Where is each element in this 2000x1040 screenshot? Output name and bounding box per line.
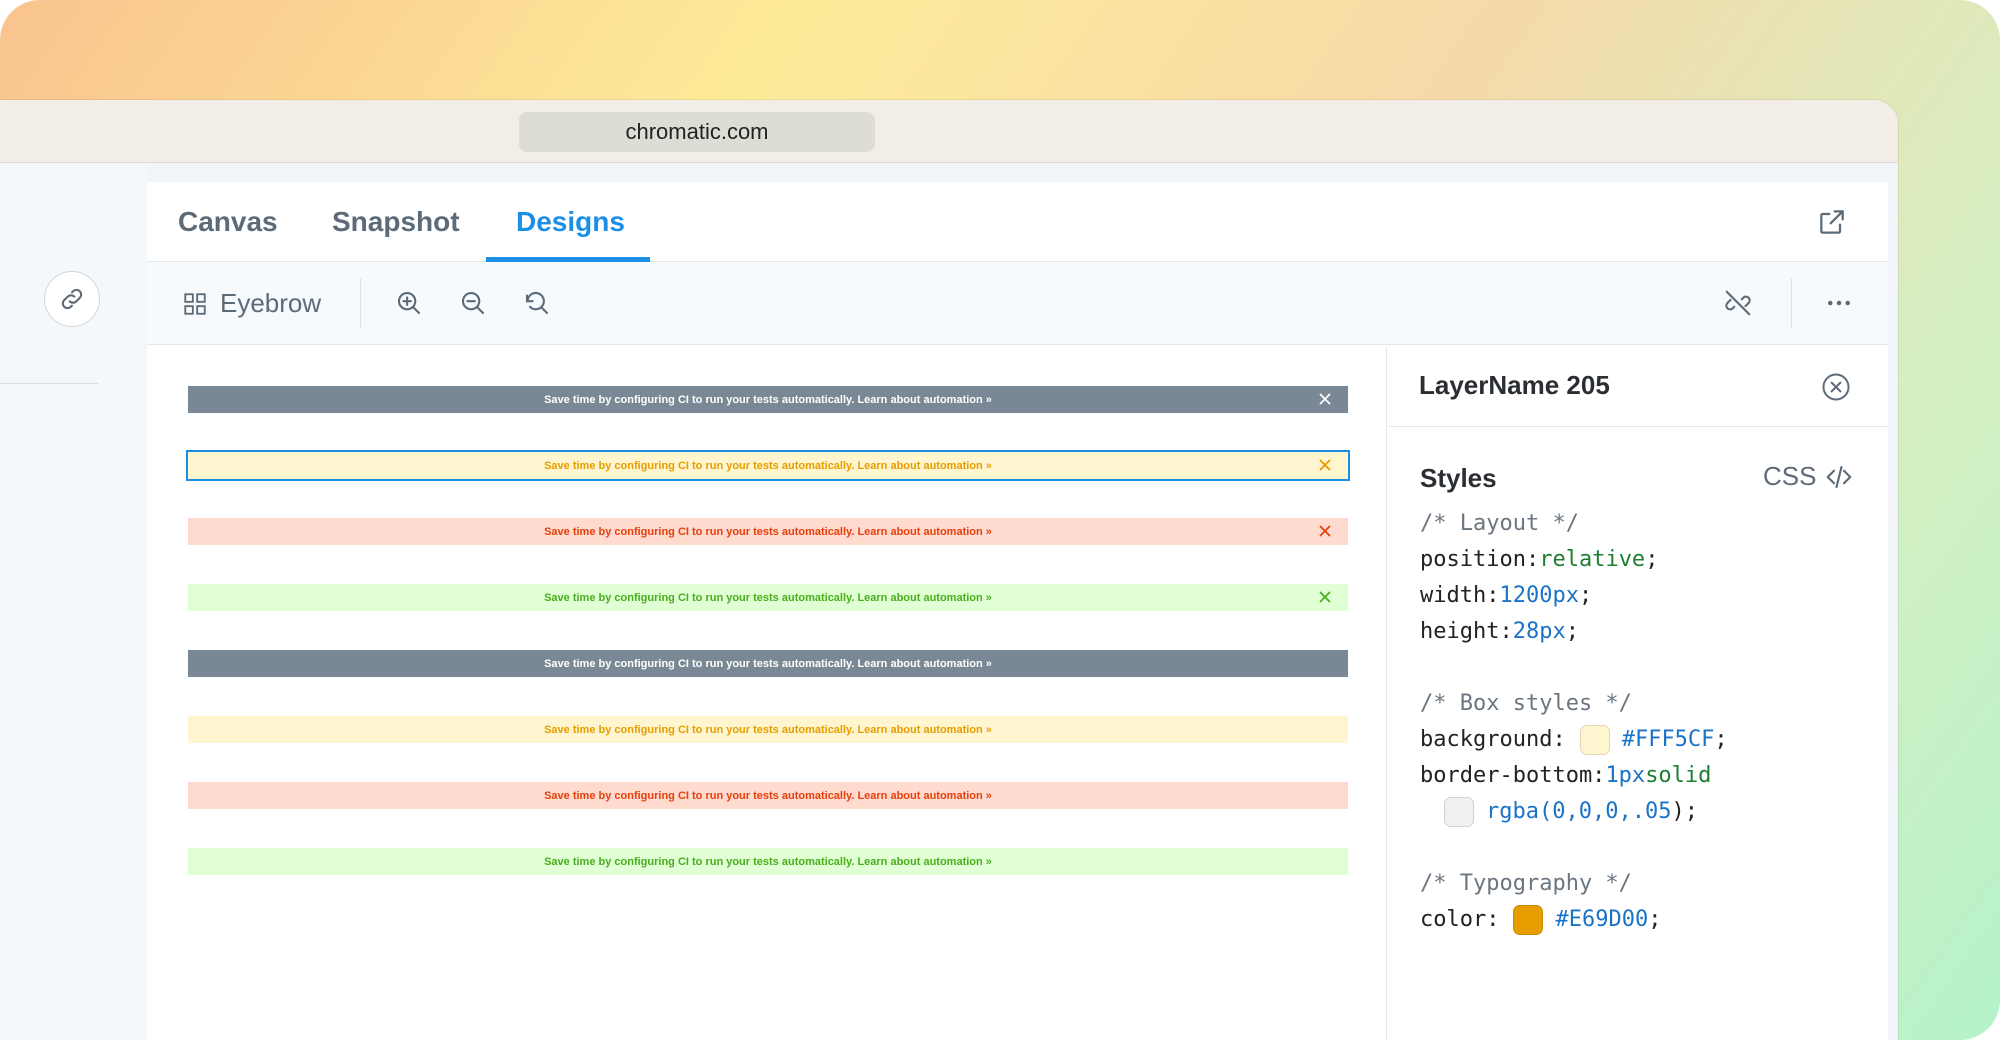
close-icon[interactable] xyxy=(1316,522,1334,540)
styles-heading: Styles xyxy=(1420,463,1497,493)
left-rail xyxy=(0,164,147,1040)
code-prop: background: xyxy=(1420,727,1566,752)
color-swatch[interactable] xyxy=(1444,797,1474,827)
url-field[interactable]: chromatic.com xyxy=(519,112,875,152)
color-swatch[interactable] xyxy=(1513,905,1544,935)
code-prop: color: xyxy=(1420,907,1500,932)
banner-warning-no-close[interactable]: Save time by configuring CI to run your … xyxy=(188,716,1348,743)
zoom-reset-button[interactable] xyxy=(522,288,552,318)
tab-snapshot[interactable]: Snapshot xyxy=(332,182,460,262)
css-view-toggle[interactable]: CSS xyxy=(1763,461,1854,492)
code-semicolon: ; xyxy=(1714,727,1728,752)
banner-text: Save time by configuring CI to run your … xyxy=(544,657,992,670)
layer-name: LayerName 205 xyxy=(1419,370,1610,400)
tab-bar: Canvas Snapshot Designs xyxy=(147,182,1888,262)
inspector-header: LayerName 205 xyxy=(1388,346,1888,427)
code-value: 28px xyxy=(1512,619,1566,644)
code-semicolon: ; xyxy=(1645,547,1659,572)
code-value: 0,0,0,.05 xyxy=(1552,799,1672,824)
code-prop: border-bottom: xyxy=(1420,763,1606,788)
code-prop: height: xyxy=(1420,619,1513,644)
link-icon[interactable] xyxy=(44,271,100,327)
more-options-button[interactable] xyxy=(1824,288,1854,318)
component-selector[interactable]: Eyebrow xyxy=(182,288,321,319)
browser-address-bar: chromatic.com xyxy=(0,100,1898,163)
code-comment: /* Layout */ xyxy=(1420,511,1579,536)
zoom-out-button[interactable] xyxy=(458,288,488,318)
tab-canvas[interactable]: Canvas xyxy=(178,182,278,262)
code-prop: width: xyxy=(1420,583,1500,608)
banner-error-no-close[interactable]: Save time by configuring CI to run your … xyxy=(188,782,1348,809)
color-swatch[interactable] xyxy=(1579,725,1610,755)
close-icon[interactable] xyxy=(1316,456,1334,474)
banner-text: Save time by configuring CI to run your … xyxy=(544,855,992,868)
code-punct: ); xyxy=(1671,799,1698,824)
inspector-panel: LayerName 205 Styles CSS /* Layout */ po… xyxy=(1388,346,1888,1040)
component-label: Eyebrow xyxy=(220,288,322,318)
close-icon[interactable] xyxy=(1316,588,1334,606)
css-code-block: /* Layout */ position: relative; width: … xyxy=(1420,506,1880,938)
banner-text: Save time by configuring CI to run your … xyxy=(544,723,992,736)
close-circle-icon[interactable] xyxy=(1821,372,1851,402)
code-semicolon: ; xyxy=(1648,907,1662,932)
banner-text: Save time by configuring CI to run your … xyxy=(544,591,992,604)
code-value: relative xyxy=(1539,547,1646,572)
banner-default-no-close[interactable]: Save time by configuring CI to run your … xyxy=(188,650,1348,677)
code-value: #FFF5CF xyxy=(1621,727,1715,752)
banner-success-no-close[interactable]: Save time by configuring CI to run your … xyxy=(188,848,1348,875)
code-semicolon: ; xyxy=(1578,583,1593,608)
code-icon xyxy=(1827,465,1852,488)
banner-warning[interactable]: Save time by configuring CI to run your … xyxy=(186,450,1350,481)
browser-window: chromatic.com Canvas Snapshot Designs Ey… xyxy=(0,100,1898,1040)
design-preview: Save time by configuring CI to run your … xyxy=(147,346,1387,1040)
code-prop: position: xyxy=(1420,547,1540,572)
code-value: rgba( xyxy=(1486,799,1553,824)
toolbar-divider xyxy=(360,278,361,328)
unlink-icon xyxy=(1725,290,1751,316)
code-value: 1200px xyxy=(1499,583,1579,608)
zoom-reset-icon xyxy=(525,292,549,315)
toolbar: Eyebrow xyxy=(147,262,1888,345)
code-value: #E69D00 xyxy=(1555,907,1649,932)
code-comment: /* Typography */ xyxy=(1420,871,1632,896)
css-label: CSS xyxy=(1763,461,1817,491)
tab-designs[interactable]: Designs xyxy=(516,182,625,262)
close-icon[interactable] xyxy=(1316,390,1334,408)
more-icon xyxy=(1828,300,1850,306)
banner-text: Save time by configuring CI to run your … xyxy=(544,525,992,538)
main-panel: Canvas Snapshot Designs Eyebrow Save tim… xyxy=(147,182,1888,1040)
toolbar-divider xyxy=(1791,278,1792,328)
code-value: 1px xyxy=(1605,763,1646,788)
code-value: solid xyxy=(1645,763,1712,788)
banner-text: Save time by configuring CI to run your … xyxy=(544,459,992,472)
banner-success[interactable]: Save time by configuring CI to run your … xyxy=(188,584,1348,611)
banner-default[interactable]: Save time by configuring CI to run your … xyxy=(188,386,1348,413)
open-external-icon[interactable] xyxy=(1816,206,1848,238)
banner-error[interactable]: Save time by configuring CI to run your … xyxy=(188,518,1348,545)
banner-text: Save time by configuring CI to run your … xyxy=(544,393,992,406)
zoom-in-button[interactable] xyxy=(394,288,424,318)
rail-divider xyxy=(0,383,98,384)
zoom-out-icon xyxy=(461,291,485,315)
grid-icon xyxy=(184,292,206,315)
code-semicolon: ; xyxy=(1565,619,1579,644)
banner-text: Save time by configuring CI to run your … xyxy=(544,789,992,802)
zoom-in-icon xyxy=(397,291,421,315)
unlink-button[interactable] xyxy=(1723,288,1753,318)
code-comment: /* Box styles */ xyxy=(1420,691,1632,716)
